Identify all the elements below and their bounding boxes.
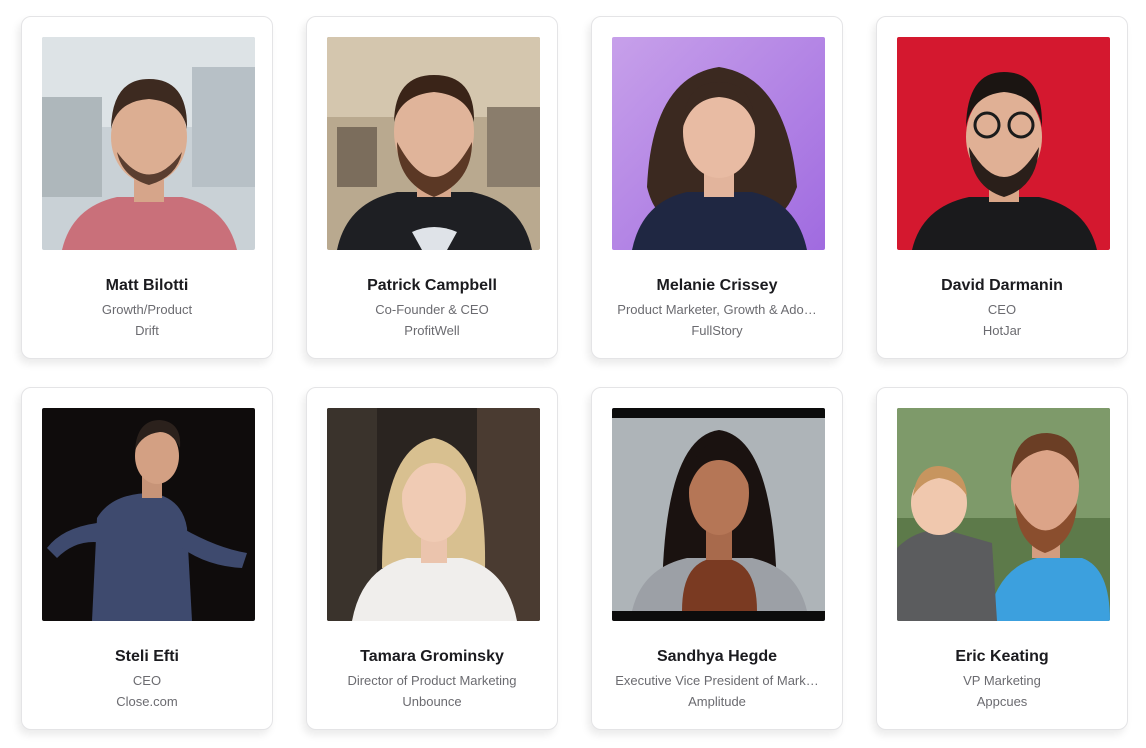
- speaker-card[interactable]: Melanie Crissey Product Marketer, Growth…: [591, 16, 843, 359]
- speaker-role: Director of Product Marketing: [347, 673, 517, 688]
- speaker-grid: Matt Bilotti Growth/Product Drift Patric…: [0, 0, 1146, 748]
- speaker-photo: [327, 408, 540, 621]
- speaker-role: Co-Founder & CEO: [375, 302, 489, 317]
- speaker-company: HotJar: [982, 323, 1022, 338]
- speaker-name: Matt Bilotti: [105, 277, 189, 294]
- speaker-name: Patrick Campbell: [367, 277, 497, 294]
- speaker-company: Close.com: [116, 694, 178, 709]
- speaker-company: Appcues: [976, 694, 1028, 709]
- speaker-name: Eric Keating: [955, 648, 1049, 665]
- speaker-role: Product Marketer, Growth & Ado…: [617, 302, 817, 317]
- speaker-photo: [897, 408, 1110, 621]
- speaker-role: Executive Vice President of Mark…: [615, 673, 819, 688]
- speaker-company: Drift: [135, 323, 159, 338]
- speaker-role: Growth/Product: [101, 302, 193, 317]
- speaker-company: Unbounce: [402, 694, 462, 709]
- speaker-name: Steli Efti: [114, 648, 179, 665]
- speaker-company: ProfitWell: [404, 323, 460, 338]
- speaker-role: CEO: [132, 673, 162, 688]
- speaker-photo: [42, 37, 255, 250]
- speaker-card[interactable]: Eric Keating VP Marketing Appcues: [876, 387, 1128, 730]
- speaker-company: Amplitude: [688, 694, 746, 709]
- speaker-company: FullStory: [691, 323, 743, 338]
- speaker-name: Tamara Grominsky: [360, 648, 504, 665]
- speaker-card[interactable]: Sandhya Hegde Executive Vice President o…: [591, 387, 843, 730]
- speaker-name: David Darmanin: [941, 277, 1063, 294]
- speaker-card[interactable]: Matt Bilotti Growth/Product Drift: [21, 16, 273, 359]
- speaker-photo: [42, 408, 255, 621]
- speaker-photo: [612, 408, 825, 621]
- speaker-role: VP Marketing: [963, 673, 1041, 688]
- speaker-photo: [612, 37, 825, 250]
- speaker-name: Sandhya Hegde: [656, 648, 778, 665]
- speaker-card[interactable]: David Darmanin CEO HotJar: [876, 16, 1128, 359]
- speaker-card[interactable]: Patrick Campbell Co-Founder & CEO Profit…: [306, 16, 558, 359]
- speaker-card[interactable]: Steli Efti CEO Close.com: [21, 387, 273, 730]
- speaker-photo: [897, 37, 1110, 250]
- speaker-name: Melanie Crissey: [656, 277, 778, 294]
- speaker-role: CEO: [987, 302, 1017, 317]
- speaker-card[interactable]: Tamara Grominsky Director of Product Mar…: [306, 387, 558, 730]
- speaker-photo: [327, 37, 540, 250]
